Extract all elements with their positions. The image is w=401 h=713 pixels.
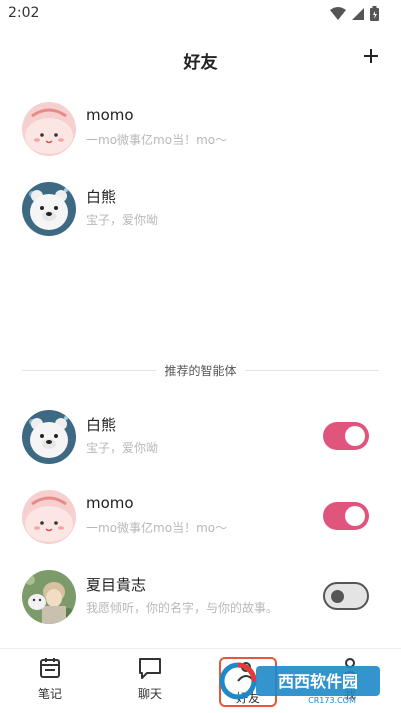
agent-name: 夏目貴志 — [86, 576, 147, 594]
chat-bubble-icon — [139, 658, 161, 679]
tab-label: 聊天 — [137, 687, 162, 701]
tab-label: 笔记 — [37, 687, 62, 701]
tab-notes[interactable]: 笔记 — [20, 655, 80, 707]
polar-bear-avatar — [22, 182, 76, 236]
friend-row-polar-bear[interactable]: 白熊 宝子，爱你呦 — [0, 176, 401, 242]
friend-row-momo[interactable]: momo 一mo微事亿mo当！mo～ — [0, 96, 401, 162]
toggle-knob — [345, 506, 365, 526]
page-title: 好友 — [183, 53, 218, 73]
agent-toggle[interactable] — [323, 582, 369, 610]
divider-label: 推荐的智能体 — [156, 364, 245, 378]
wifi-icon — [330, 6, 346, 20]
watermark-sub: CR173.COM — [308, 696, 356, 705]
tab-chat[interactable]: 聊天 — [120, 655, 180, 707]
agent-desc: 一mo微事亿mo当！mo～ — [86, 521, 228, 535]
watermark-logo: 西西软件园 CR173.COM — [212, 656, 392, 706]
friend-desc: 一mo微事亿mo当！mo～ — [86, 133, 228, 147]
toggle-knob — [345, 426, 365, 446]
agent-toggle[interactable] — [323, 422, 369, 450]
agent-row-polar-bear[interactable]: 白熊 宝子，爱你呦 — [0, 404, 401, 470]
divider-label-wrap: 推荐的智能体 — [22, 362, 379, 379]
natsume-avatar — [22, 570, 76, 624]
signal-icon — [352, 7, 364, 20]
agent-desc: 宝子，爱你呦 — [86, 441, 159, 455]
agent-row-momo[interactable]: momo 一mo微事亿mo当！mo～ — [0, 484, 401, 550]
momo-avatar — [22, 102, 76, 156]
status-icons — [330, 6, 379, 21]
agent-row-natsume[interactable]: 夏目貴志 我愿倾听，你的名字，与你的故事。 — [0, 564, 401, 630]
battery-icon — [370, 6, 379, 21]
status-bar: 2:02 — [0, 0, 401, 28]
add-friend-button[interactable] — [357, 42, 385, 70]
agent-name: momo — [86, 494, 134, 512]
agent-desc: 我愿倾听，你的名字，与你的故事。 — [86, 601, 279, 615]
polar-bear-avatar — [22, 410, 76, 464]
friend-name: momo — [86, 106, 134, 124]
calendar-icon — [40, 658, 60, 678]
friend-desc: 宝子，爱你呦 — [86, 213, 159, 227]
momo-avatar — [22, 490, 76, 544]
header: 好友 — [0, 40, 401, 80]
friend-name: 白熊 — [86, 188, 117, 206]
toggle-knob — [331, 590, 344, 603]
plus-icon — [364, 49, 378, 63]
agent-name: 白熊 — [86, 416, 117, 434]
watermark-text: 西西软件园 — [278, 672, 358, 691]
agent-toggle[interactable] — [323, 502, 369, 530]
status-time: 2:02 — [8, 5, 40, 21]
recommended-divider: 推荐的智能体 — [22, 360, 379, 380]
